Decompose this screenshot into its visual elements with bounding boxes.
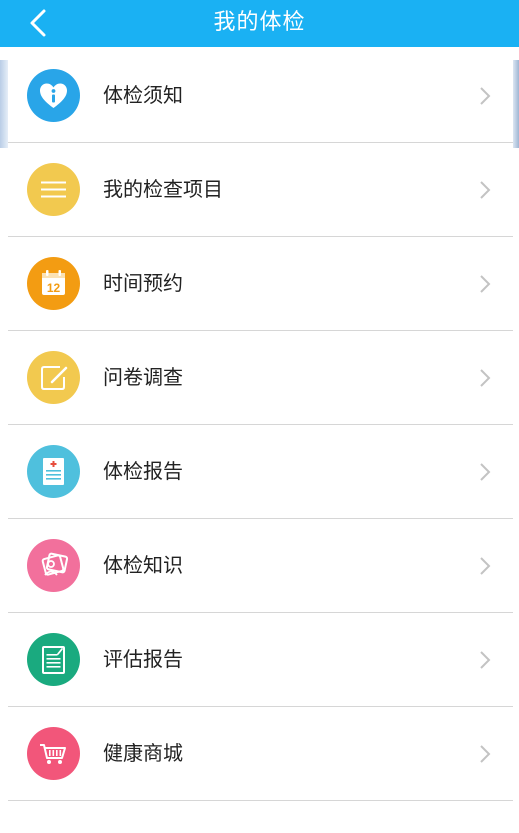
menu-item-label: 体检报告 [103, 459, 183, 483]
menu-item-label: 评估报告 [103, 647, 183, 671]
menu-item-label: 问卷调查 [103, 365, 183, 389]
menu-item-label: 健康商城 [103, 741, 183, 765]
menu-item-exam-knowledge[interactable]: 体检知识 [8, 519, 513, 613]
svg-text:12: 12 [47, 281, 61, 295]
menu-item-exam-report[interactable]: 体检报告 [8, 425, 513, 519]
list-icon [27, 163, 80, 216]
chevron-right-icon [480, 87, 491, 105]
menu-item-exam-notice[interactable]: 体检须知 [8, 49, 513, 143]
calendar-icon: 12 [27, 257, 80, 310]
chevron-right-icon [480, 463, 491, 481]
menu-item-label: 时间预约 [103, 271, 183, 295]
chevron-right-icon [480, 557, 491, 575]
header-bar: 我的体检 [0, 0, 519, 47]
menu-item-label: 体检知识 [103, 553, 183, 577]
heart-info-icon [27, 69, 80, 122]
chevron-right-icon [480, 745, 491, 763]
page-title: 我的体检 [213, 10, 306, 35]
menu-list: 体检须知 我的检查项目 12 时间预约 问卷调查 体检报告 体检知识 评估报告 … [8, 49, 513, 801]
edit-icon [27, 351, 80, 404]
chevron-right-icon [480, 651, 491, 669]
menu-item-my-exam-items[interactable]: 我的检查项目 [8, 143, 513, 237]
medical-report-icon [27, 445, 80, 498]
chevron-right-icon [480, 275, 491, 293]
assessment-report-icon [27, 633, 80, 686]
menu-item-label: 体检须知 [103, 83, 183, 107]
cart-icon [27, 727, 80, 780]
chevron-right-icon [480, 369, 491, 387]
menu-item-label: 我的检查项目 [103, 177, 223, 201]
menu-item-health-mall[interactable]: 健康商城 [8, 707, 513, 801]
menu-item-appointment[interactable]: 12 时间预约 [8, 237, 513, 331]
knowledge-icon [27, 539, 80, 592]
menu-item-assessment-report[interactable]: 评估报告 [8, 613, 513, 707]
menu-item-questionnaire[interactable]: 问卷调查 [8, 331, 513, 425]
chevron-right-icon [480, 181, 491, 199]
